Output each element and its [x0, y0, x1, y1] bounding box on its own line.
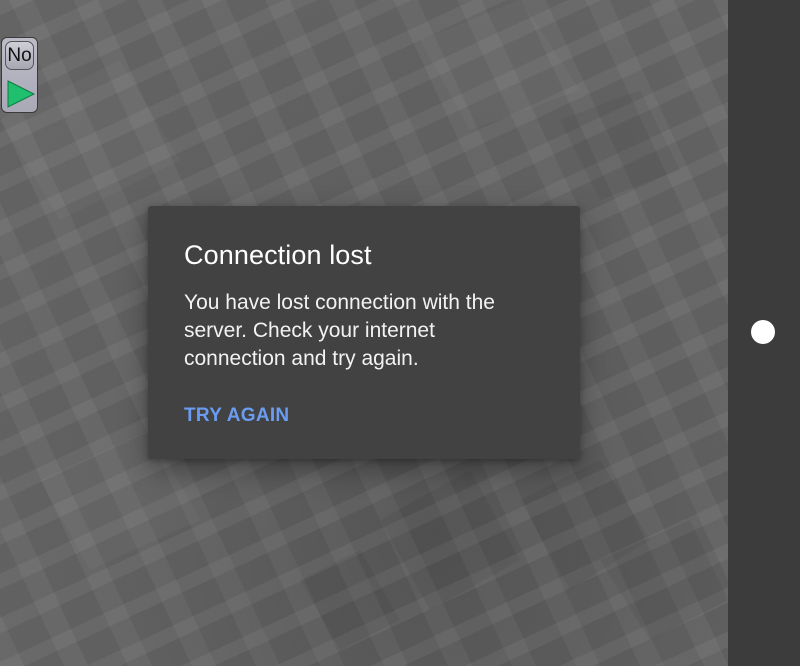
- dialog-title: Connection lost: [184, 240, 372, 270]
- try-again-button[interactable]: TRY AGAIN: [184, 405, 289, 427]
- side-panel-handle[interactable]: [751, 320, 775, 344]
- mini-toolbar: No: [1, 37, 38, 113]
- play-icon[interactable]: [6, 79, 36, 109]
- connection-lost-dialog: Connection lost You have lost connection…: [148, 206, 580, 459]
- game-screen: No Connection lost You have lost connect…: [0, 0, 800, 666]
- no-button[interactable]: No: [5, 41, 34, 70]
- dialog-message: You have lost connection with the server…: [184, 291, 495, 370]
